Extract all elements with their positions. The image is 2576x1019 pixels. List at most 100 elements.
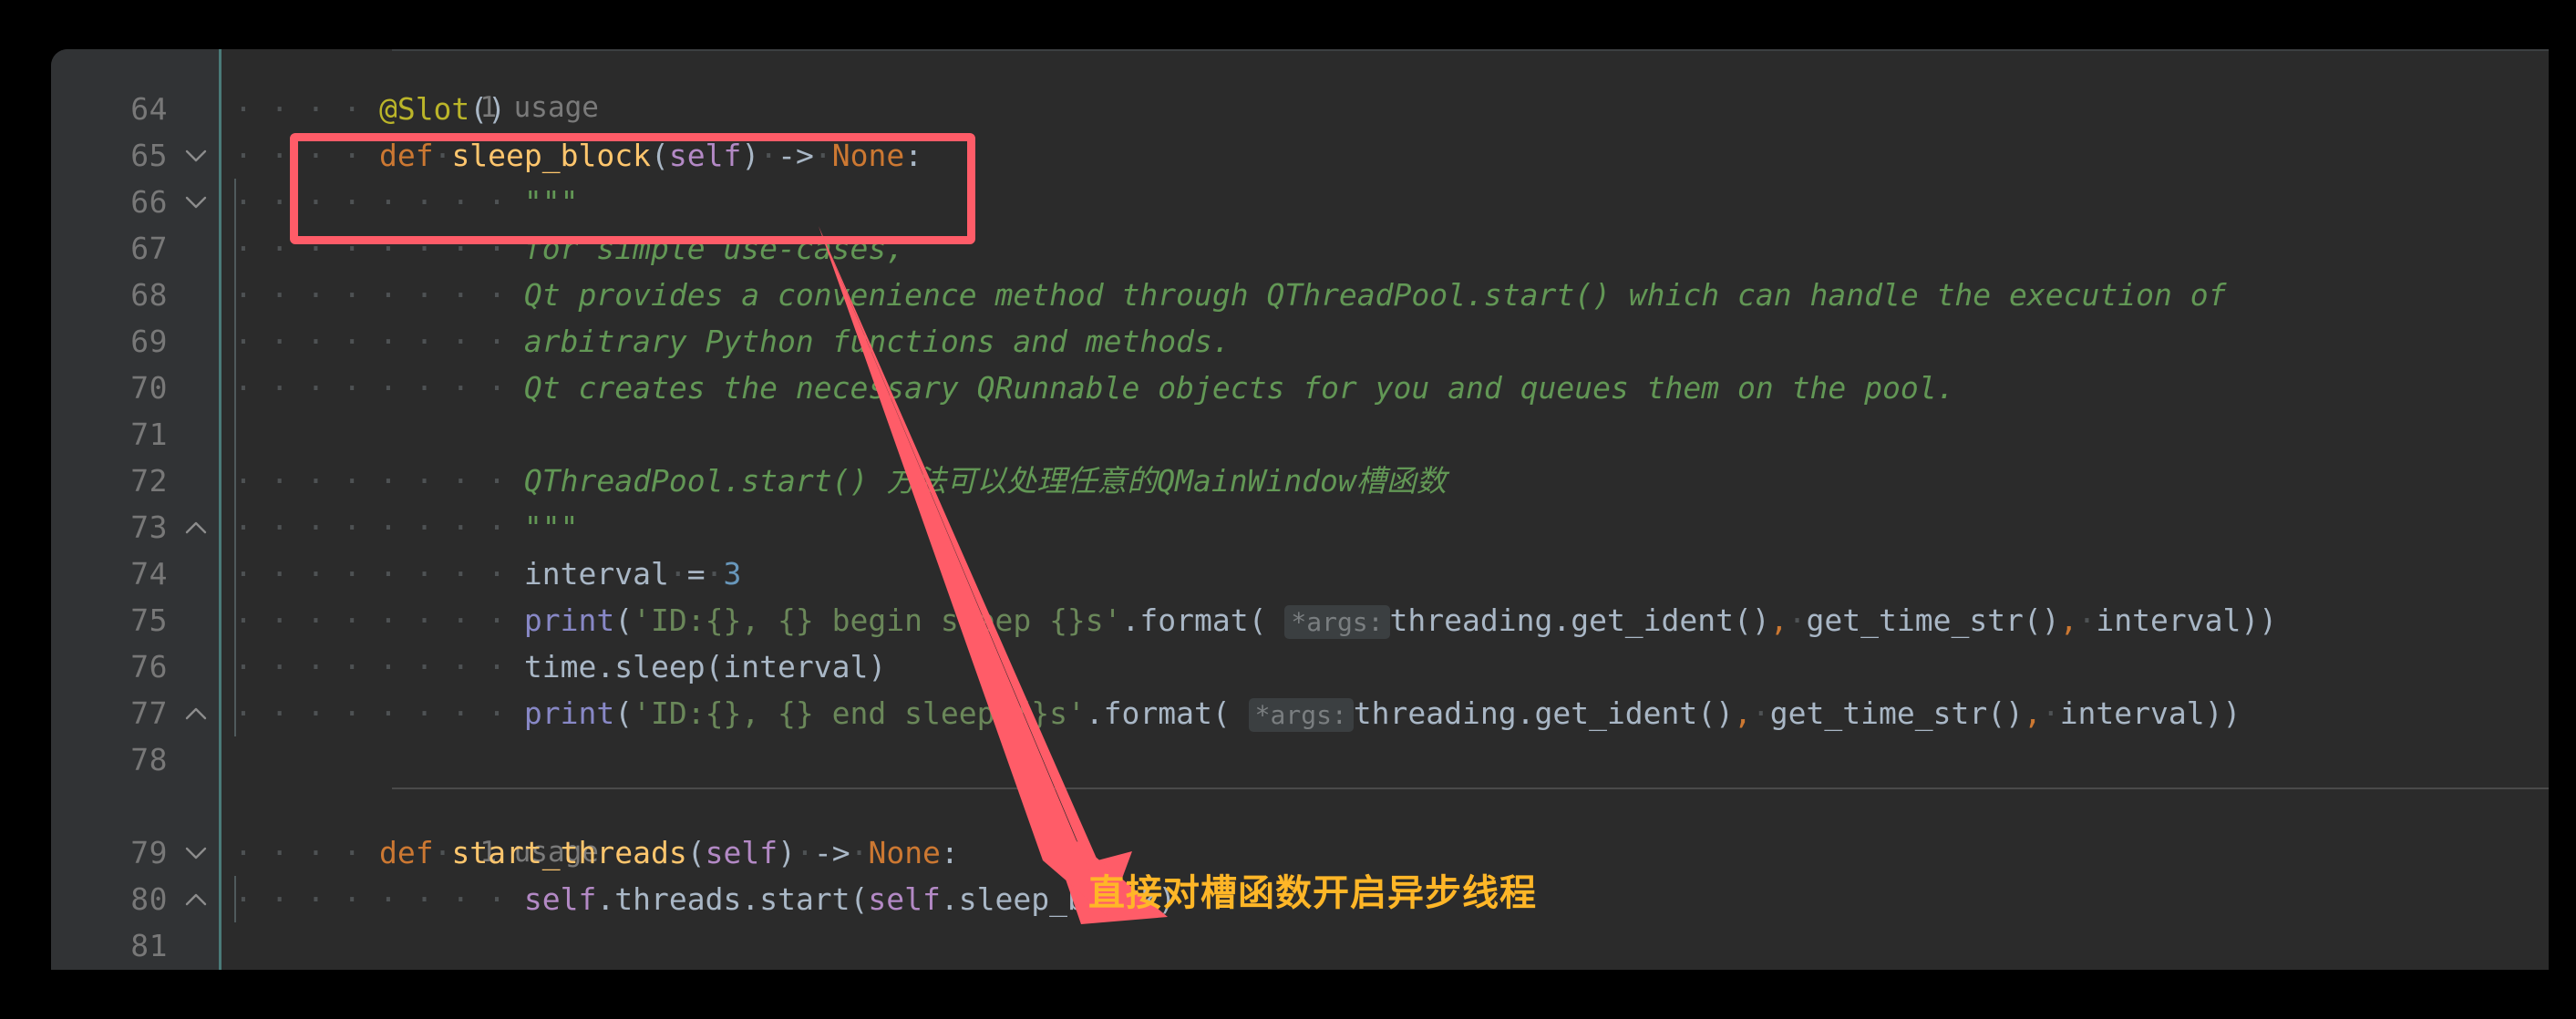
return-type-2: None	[868, 835, 941, 870]
arg-interval-1: interval	[2096, 602, 2241, 638]
code-editor-panel[interactable]: 64 65 66 67 68 69 70 71 72 73 74 75 76 77 78 79 80 81 1 u…	[51, 49, 2549, 970]
param-self-1: self	[668, 138, 742, 173]
line-number: 75	[130, 602, 168, 638]
gutter-line-67[interactable]: 67	[51, 225, 219, 272]
usage-hint-start-threads[interactable]: 1 usage	[222, 783, 2549, 869]
gutter-line-69[interactable]: 69	[51, 318, 219, 365]
docstring-line-cn: QThreadPool.start() 方法可以处理任意的QMainWindow…	[523, 463, 1447, 499]
code-line-68[interactable]: · · · · · · · · Qt provides a convenienc…	[222, 272, 2549, 318]
gutter-line-66[interactable]: 66	[51, 179, 219, 225]
code-line-75[interactable]: · · · · · · · · print('ID:{}, {} begin s…	[222, 597, 2549, 643]
chevron-down-icon[interactable]	[184, 841, 208, 865]
docstring-line-2: Qt provides a convenience method through…	[523, 277, 2227, 313]
chevron-down-icon[interactable]	[184, 144, 208, 168]
chevron-up-icon[interactable]	[184, 702, 208, 726]
line-number: 69	[130, 324, 168, 359]
gutter-line-81[interactable]: 81	[51, 922, 219, 969]
annotation-note-text: 直接对槽函数开启异步线程	[1088, 872, 1537, 914]
docstring-close-quote: """	[523, 510, 579, 545]
line-number: 77	[130, 695, 168, 731]
code-line-66[interactable]: · · · · · · · · """	[222, 179, 2549, 225]
def-keyword-1: def	[378, 138, 434, 173]
gutter-line-68[interactable]: 68	[51, 272, 219, 318]
inlay-hint-args-2[interactable]: *args:	[1248, 698, 1354, 732]
format-call-1: .format(	[1121, 602, 1267, 638]
line-number: 65	[130, 138, 168, 173]
line-number: 67	[130, 231, 168, 266]
code-content-area[interactable]: 1 usage · · · · @Slot() · · · · def·slee…	[222, 49, 2549, 970]
gutter-line-71[interactable]: 71	[51, 411, 219, 458]
code-line-72[interactable]: · · · · · · · · QThreadPool.start() 方法可以…	[222, 458, 2549, 504]
return-type-1: None	[831, 138, 905, 173]
gutter-line-70[interactable]: 70	[51, 365, 219, 411]
usage-hint-sleep-block[interactable]: 1 usage	[222, 49, 2549, 124]
line-number: 64	[130, 91, 168, 127]
builtin-print-1: print	[523, 602, 615, 638]
code-line-78[interactable]	[222, 736, 2549, 783]
gutter-line-79[interactable]: 79	[51, 829, 219, 876]
code-line-71[interactable]	[222, 411, 2549, 458]
code-line-67[interactable]: · · · · · · · · for simple use-cases,	[222, 225, 2549, 272]
inlay-hint-args-1[interactable]: *args:	[1284, 605, 1390, 639]
gutter-line-64[interactable]: 64	[51, 86, 219, 132]
return-arrow-1: ->	[778, 138, 814, 173]
code-line-77[interactable]: · · · · · · · · print('ID:{}, {} end sle…	[222, 690, 2549, 736]
format-call-2: .format(	[1085, 695, 1231, 731]
screenshot-root: 64 65 66 67 68 69 70 71 72 73 74 75 76 77 78 79 80 81 1 u…	[0, 0, 2576, 1019]
function-name-start-threads: start_threads	[451, 835, 687, 870]
gutter-line-75[interactable]: 75	[51, 597, 219, 643]
arg-interval-2: interval	[2059, 695, 2205, 731]
gutter-line-77[interactable]: 77	[51, 690, 219, 736]
code-line-76[interactable]: · · · · · · · · time.sleep(interval)	[222, 643, 2549, 690]
chevron-down-icon[interactable]	[184, 190, 208, 214]
code-line-81[interactable]	[222, 922, 2549, 969]
docstring-line-1: for simple use-cases,	[523, 231, 905, 266]
literal-interval-value: 3	[723, 556, 742, 592]
arg-threading-get-ident-2: threading.get_ident()	[1353, 695, 1735, 731]
code-line-74[interactable]: · · · · · · · · interval·=·3	[222, 551, 2549, 597]
line-number: 68	[130, 277, 168, 313]
param-self-2: self	[705, 835, 778, 870]
gutter-line-65[interactable]: 65	[51, 132, 219, 179]
def-keyword-2: def	[378, 835, 434, 870]
line-number: 76	[130, 649, 168, 684]
code-line-69[interactable]: · · · · · · · · arbitrary Python functio…	[222, 318, 2549, 365]
line-number: 72	[130, 463, 168, 499]
line-number: 71	[130, 417, 168, 452]
line-number: 70	[130, 370, 168, 406]
arg-get-time-str-1: get_time_str()	[1806, 602, 2060, 638]
gutter-line-78[interactable]: 78	[51, 736, 219, 783]
code-line-73[interactable]: · · · · · · · · """	[222, 504, 2549, 551]
code-line-65[interactable]: · · · · def·sleep_block(self)·->·None:	[222, 132, 2549, 179]
gutter-line-76[interactable]: 76	[51, 643, 219, 690]
call-time-sleep: time.sleep(interval)	[523, 649, 887, 684]
line-number: 74	[130, 556, 168, 592]
chevron-up-icon[interactable]	[184, 516, 208, 540]
function-name-sleep-block: sleep_block	[451, 138, 651, 173]
code-line-64[interactable]: · · · · @Slot()	[222, 86, 2549, 132]
arg-get-time-str-2: get_time_str()	[1769, 695, 2024, 731]
docstring-open-quote: """	[523, 184, 579, 220]
chevron-up-icon[interactable]	[184, 888, 208, 911]
line-number: 73	[130, 510, 168, 545]
line-number: 81	[130, 928, 168, 963]
docstring-line-3: arbitrary Python functions and methods.	[523, 324, 1231, 359]
gutter-line-spacer[interactable]	[51, 783, 219, 829]
builtin-print-2: print	[523, 695, 615, 731]
string-end: 'ID:{}, {} end sleep {}s'	[633, 695, 1086, 731]
gutter-line-72[interactable]: 72	[51, 458, 219, 504]
line-number: 78	[130, 742, 168, 777]
gutter-line-73[interactable]: 73	[51, 504, 219, 551]
decorator-slot: @Slot	[378, 91, 470, 127]
line-number: 66	[130, 184, 168, 220]
docstring-line-4: Qt creates the necessary QRunnable objec…	[523, 370, 1955, 406]
string-begin: 'ID:{}, {} begin sleep {}s'	[633, 602, 1122, 638]
indent-guide-1	[234, 179, 236, 736]
line-number: 79	[130, 835, 168, 870]
indent-guide-2	[234, 876, 236, 922]
gutter-line-80[interactable]: 80	[51, 876, 219, 922]
var-interval: interval	[523, 556, 669, 592]
code-line-70[interactable]: · · · · · · · · Qt creates the necessary…	[222, 365, 2549, 411]
return-arrow-2: ->	[813, 835, 850, 870]
gutter-line-74[interactable]: 74	[51, 551, 219, 597]
